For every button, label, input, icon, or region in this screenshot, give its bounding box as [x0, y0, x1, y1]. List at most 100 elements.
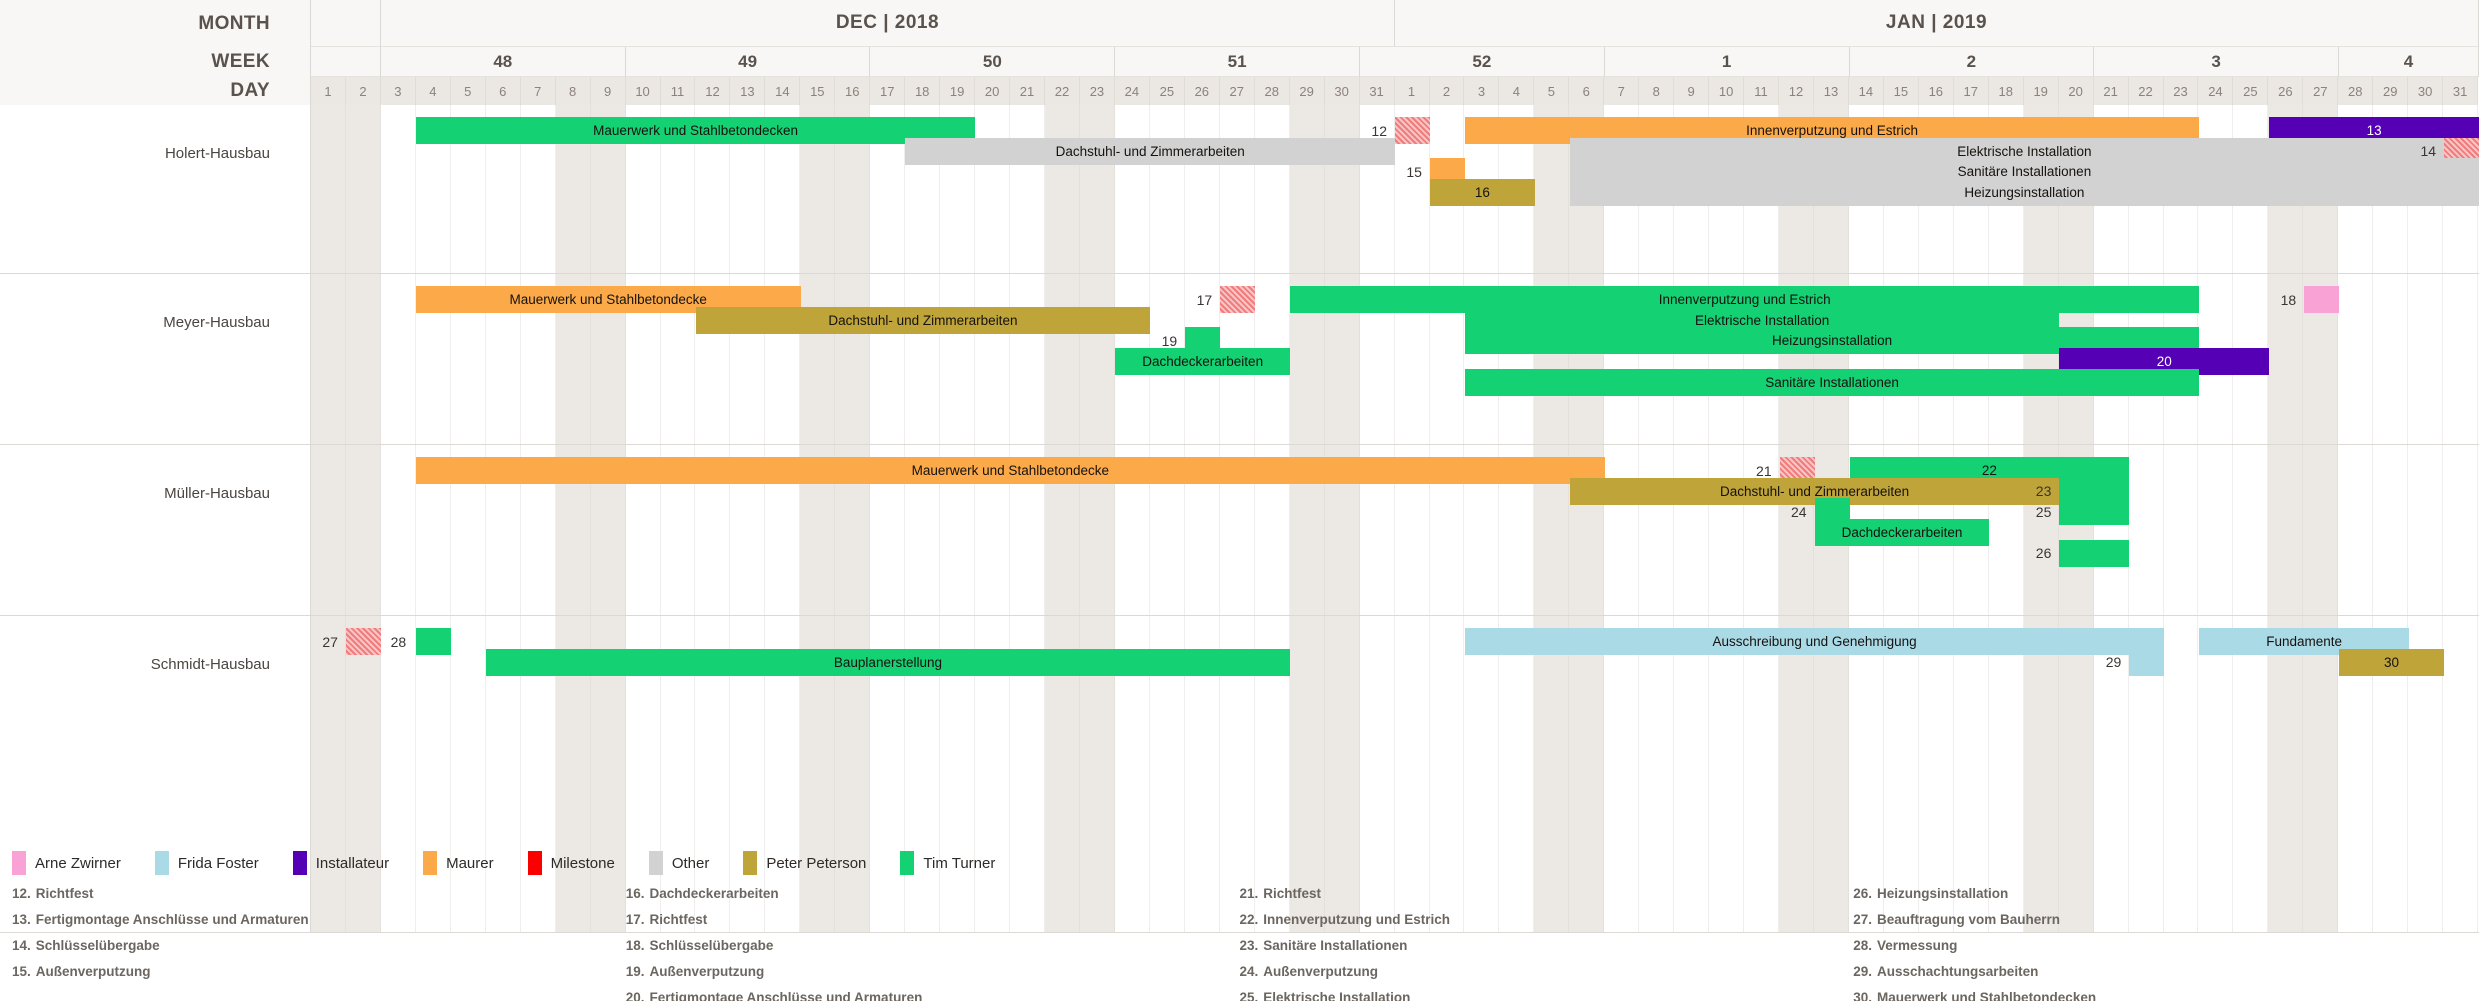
task-bar-label: Ausschreibung und Genehmigung	[1712, 634, 1917, 649]
task-bar[interactable]: Sanitäre Installationen	[1464, 368, 2200, 396]
day-cell: 26	[2268, 77, 2304, 105]
gantt-table: MONTH DEC | 2018 JAN | 2019 WEEK 48 49 50 51…	[0, 0, 2479, 933]
task-bar[interactable]: 16	[1429, 179, 1535, 207]
task-bar-label: 16	[1474, 185, 1490, 201]
day-cell: 14	[765, 77, 801, 105]
footnote-item: 23. Sanitäre Installationen	[1240, 938, 1854, 954]
task-bar-label: Innenverputzung und Estrich	[1658, 292, 1831, 307]
footnote-item: 30. Mauerwerk und Stahlbetondecken	[1853, 990, 2467, 1001]
task-bar[interactable]: Heizungsinstallation	[1569, 179, 2479, 207]
day-cell: 6	[1569, 77, 1605, 105]
task-bar[interactable]: Bauplanerstellung	[485, 648, 1291, 676]
day-cell: 19	[940, 77, 976, 105]
day-cell: 27	[1219, 77, 1255, 105]
footnote-number: 25.	[1239, 990, 1259, 1001]
day-cell: 13	[1813, 77, 1849, 105]
milestone-marker[interactable]	[345, 628, 381, 655]
footnote-text: Schlüsselübergabe	[35, 938, 160, 954]
milestone-marker[interactable]	[1395, 117, 1430, 144]
day-cell: 9	[1674, 77, 1710, 105]
footnote-text: Richtfest	[35, 886, 94, 901]
milestone-marker[interactable]	[2304, 286, 2340, 313]
day-cell: 31	[1359, 77, 1395, 105]
gantt-chart-page: MONTH DEC | 2018 JAN | 2019 WEEK 48 49 50 51…	[0, 0, 2479, 1001]
task-bar-label: Dachdeckerarbeiten	[1841, 525, 1963, 541]
milestone-number: 27	[322, 633, 338, 650]
task-bar-label: Sanitäre Installationen	[1765, 374, 1899, 390]
day-cell: 24	[1114, 77, 1150, 105]
week-cell: 49	[625, 47, 871, 77]
day-cell: 10	[625, 77, 661, 105]
day-cell: 9	[590, 77, 626, 105]
task-bar[interactable]	[2129, 648, 2165, 676]
footnote-item: 24. Außenverputzung	[1240, 964, 1854, 980]
gantt-row: Mauerwerk und Stahlbetondecken 12 Innenver…	[311, 105, 2479, 274]
footnote-number: 12.	[12, 886, 31, 901]
task-bar[interactable]	[2059, 498, 2130, 526]
month-cell: JAN | 2019	[1394, 0, 2479, 47]
task-bar-label: Elektrische Installation	[1694, 312, 1830, 328]
task-bar-label: Dachdeckerarbeiten	[1142, 354, 1264, 370]
legend-item[interactable]: Frida Foster	[154, 851, 259, 875]
task-bar-label: Bauplanerstellung	[833, 654, 942, 670]
week-cell: 3	[2094, 47, 2340, 77]
day-cell: 8	[1639, 77, 1675, 105]
task-number-label: 24	[1791, 503, 1807, 520]
task-bar[interactable]: Dachdeckerarbeiten	[1115, 348, 1291, 376]
task-bar[interactable]: Mauerwerk und Stahlbetondecken	[415, 117, 976, 144]
legend-label: Frida Foster	[177, 854, 259, 872]
day-cell: 29	[1289, 77, 1325, 105]
day-row-label: DAY	[0, 77, 311, 105]
footnote-number: 13.	[12, 912, 31, 928]
footnote-text: Mauerwerk und Stahlbetondecken	[1877, 990, 2097, 1001]
month-row-label: MONTH	[0, 0, 311, 47]
task-bar[interactable]: Dachdeckerarbeiten	[1814, 519, 1990, 547]
task-bar-label: Elektrische Installation	[1957, 143, 2092, 159]
day-cell: 13	[730, 77, 766, 105]
day-cell: 16	[835, 77, 871, 105]
week-cell: 48	[380, 47, 626, 77]
footnote-text: Fertigmontage Anschlüsse und Armaturen	[35, 912, 309, 928]
day-cell: 19	[2023, 77, 2059, 105]
day-cell: 5	[450, 77, 486, 105]
day-cell: 15	[1883, 77, 1919, 105]
week-cell: 52	[1359, 47, 1605, 77]
task-bar[interactable]	[2059, 539, 2130, 567]
project-labels-column: Holert-Hausbau Meyer-Hausbau Müller-Hausba…	[0, 105, 311, 933]
day-cell: 1	[1394, 77, 1430, 105]
day-cell: 1	[311, 77, 346, 105]
day-cell: 25	[1149, 77, 1185, 105]
footnote-item: 19. Außenverputzung	[626, 964, 1240, 980]
day-cell: 27	[2303, 77, 2339, 105]
day-cell: 11	[660, 77, 696, 105]
footnote-number: 29.	[1853, 964, 1873, 980]
task-number-label: 29	[2105, 654, 2122, 671]
month-header-row: MONTH DEC | 2018 JAN | 2019	[0, 0, 2479, 47]
day-cell: 2	[345, 77, 381, 105]
day-cell: 30	[2408, 77, 2444, 105]
footnote-number: 18.	[625, 938, 645, 954]
day-cell: 7	[1604, 77, 1640, 105]
task-bar[interactable]: Dachstuhl- und Zimmerarbeiten	[695, 306, 1151, 334]
footnote-text: Sanitäre Installationen	[1263, 938, 1408, 954]
project-name: Schmidt-Hausbau	[150, 656, 270, 673]
footnote-number: 19.	[625, 964, 645, 980]
task-bar-label: 30	[2384, 654, 2400, 670]
task-bar[interactable]: 30	[2339, 648, 2445, 676]
legend-item[interactable]: Arne Zwirner	[12, 851, 121, 875]
footnote-text: Außenverputzung	[35, 964, 151, 980]
day-cell: 20	[2058, 77, 2094, 105]
task-bar[interactable]	[415, 628, 451, 655]
day-cell: 20	[975, 77, 1011, 105]
gantt-grid-column: Mauerwerk und Stahlbetondecken 12 Innenver…	[311, 105, 2479, 933]
task-bar[interactable]: Mauerwerk und Stahlbetondecke	[415, 457, 1605, 484]
day-cell: 24	[2198, 77, 2234, 105]
month-track: DEC | 2018 JAN | 2019	[311, 0, 2479, 47]
gantt-rows-host: Mauerwerk und Stahlbetondecken 12 Innenver…	[311, 105, 2479, 933]
task-bar[interactable]: Dachstuhl- und Zimmerarbeiten	[905, 137, 1395, 165]
day-cell: 7	[520, 77, 556, 105]
milestone-marker[interactable]	[1220, 286, 1256, 313]
gantt-row: Mauerwerk und Stahlbetondecke 21 22 Dachstu…	[311, 445, 2479, 616]
task-bar-label: Heizungsinstallation	[1772, 333, 1893, 349]
footnote-number: 28.	[1853, 938, 1873, 954]
